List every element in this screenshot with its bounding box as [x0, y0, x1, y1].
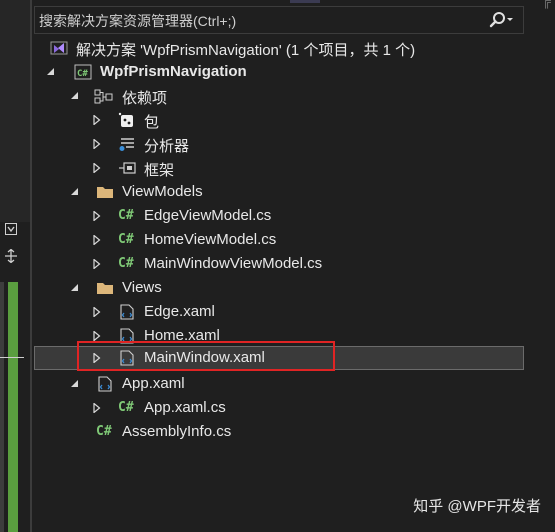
tab-marker	[290, 0, 320, 3]
xaml-file-icon	[118, 304, 136, 320]
expanded-arrow-icon[interactable]	[44, 60, 58, 84]
tree-item-solution[interactable]: 解决方案 'WpfPrismNavigation' (1 个项目，共 1 个)	[34, 36, 524, 60]
collapsed-arrow-icon[interactable]	[90, 108, 104, 132]
tree-item-analyzers[interactable]: 分析器	[34, 132, 524, 156]
csharp-project-icon: C#	[74, 64, 92, 80]
tree-item-assemblyinfo[interactable]: C# AssemblyInfo.cs	[34, 420, 524, 444]
edge-viewmodel-label: EdgeViewModel.cs	[144, 207, 272, 224]
app-xaml-cs-label: App.xaml.cs	[144, 399, 226, 416]
tree-item-dependencies[interactable]: 依赖项	[34, 84, 524, 108]
scroll-track	[0, 282, 4, 532]
analyzers-label: 分析器	[144, 138, 190, 155]
tree-item-frameworks[interactable]: 框架	[34, 156, 524, 180]
views-label: Views	[122, 279, 162, 296]
tree-item-package[interactable]: 包	[34, 108, 524, 132]
expanded-arrow-icon[interactable]	[68, 84, 82, 108]
expanded-arrow-icon[interactable]	[68, 276, 82, 300]
collapsed-arrow-icon[interactable]	[90, 156, 104, 180]
expanded-arrow-icon[interactable]	[68, 180, 82, 204]
left-tool-strip	[0, 0, 30, 532]
framework-icon	[118, 160, 136, 176]
edge-xaml-label: Edge.xaml	[144, 303, 215, 320]
left-strip-top	[0, 0, 30, 222]
expanded-arrow-icon[interactable]	[68, 372, 82, 396]
collapsed-arrow-icon[interactable]	[90, 228, 104, 252]
collapsed-arrow-icon[interactable]	[90, 204, 104, 228]
collapsed-arrow-icon[interactable]	[90, 132, 104, 156]
tree-item-edge-xaml[interactable]: Edge.xaml	[34, 300, 524, 324]
search-icon[interactable]	[489, 11, 515, 29]
mainwindow-viewmodel-label: MainWindowViewModel.cs	[144, 255, 323, 272]
dock-icon[interactable]	[4, 223, 18, 237]
tree-item-project[interactable]: C# WpfPrismNavigation	[34, 60, 524, 84]
csharp-file-icon: C#	[118, 208, 134, 223]
package-label: 包	[144, 114, 160, 131]
strip-marker-line	[0, 357, 24, 358]
corner-glyph: ╔	[542, 0, 551, 8]
search-input[interactable]	[35, 7, 481, 35]
folder-icon	[96, 280, 114, 296]
csharp-file-icon: C#	[118, 400, 134, 415]
tree-item-viewmodels-folder[interactable]: ViewModels	[34, 180, 524, 204]
tree-item-mainwindow-viewmodel[interactable]: C# MainWindowViewModel.cs	[34, 252, 524, 276]
solution-explorer-search[interactable]	[34, 6, 524, 35]
app-xaml-label: App.xaml	[122, 375, 185, 392]
red-highlight-box	[77, 341, 335, 371]
tree-item-home-viewmodel[interactable]: C# HomeViewModel.cs	[34, 228, 524, 252]
viewmodels-label: ViewModels	[122, 183, 203, 200]
csharp-file-icon: C#	[118, 256, 134, 271]
dependencies-label: 依赖项	[122, 90, 168, 107]
tree-item-views-folder[interactable]: Views	[34, 276, 524, 300]
xaml-file-icon	[96, 376, 114, 392]
solution-label: 解决方案 'WpfPrismNavigation' (1 个项目，共 1 个)	[76, 42, 416, 59]
frameworks-label: 框架	[144, 162, 175, 179]
assemblyinfo-label: AssemblyInfo.cs	[122, 423, 232, 440]
svg-text:C#: C#	[77, 69, 88, 79]
panel-divider[interactable]	[30, 0, 32, 532]
collapsed-arrow-icon[interactable]	[90, 300, 104, 324]
collapsed-arrow-icon[interactable]	[90, 396, 104, 420]
tree-item-app-xaml-cs[interactable]: C# App.xaml.cs	[34, 396, 524, 420]
dependencies-icon	[94, 88, 113, 104]
watermark: 知乎 @WPF开发者	[413, 498, 541, 515]
folder-icon	[96, 184, 114, 200]
tree-item-app-xaml[interactable]: App.xaml	[34, 372, 524, 396]
home-viewmodel-label: HomeViewModel.cs	[144, 231, 277, 248]
collapsed-arrow-icon[interactable]	[90, 252, 104, 276]
csharp-file-icon: C#	[96, 424, 112, 439]
change-indicator-bar	[8, 282, 18, 532]
project-label: WpfPrismNavigation	[100, 63, 247, 80]
split-icon[interactable]	[4, 248, 18, 264]
csharp-file-icon: C#	[118, 232, 134, 247]
package-icon	[118, 112, 136, 128]
analyzer-icon	[118, 136, 136, 152]
tree-item-edge-viewmodel[interactable]: C# EdgeViewModel.cs	[34, 204, 524, 228]
visual-studio-solution-icon	[50, 40, 68, 56]
